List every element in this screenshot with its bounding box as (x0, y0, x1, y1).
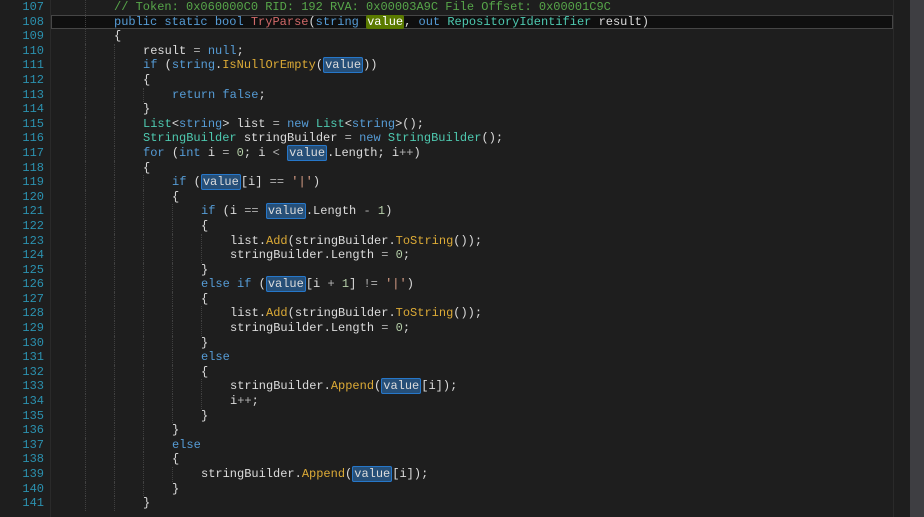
line-number: 135 (4, 409, 44, 424)
line-number-gutter: 1071081091101111121131141151161171181191… (0, 0, 51, 517)
code-line[interactable]: stringBuilder.Append(value[i]); (51, 467, 893, 482)
code-editor[interactable]: 1071081091101111121131141151161171181191… (0, 0, 924, 517)
code-line[interactable]: } (51, 263, 893, 278)
line-number: 110 (4, 44, 44, 59)
line-number: 120 (4, 190, 44, 205)
code-line[interactable]: if (string.IsNullOrEmpty(value)) (51, 58, 893, 73)
code-line[interactable]: } (51, 102, 893, 117)
occurrence[interactable]: value (381, 378, 421, 394)
occurrence[interactable]: value (266, 203, 306, 219)
code-line[interactable]: if (value[i] == '|') (51, 175, 893, 190)
code-line[interactable]: { (51, 73, 893, 88)
line-number: 131 (4, 350, 44, 365)
code-line[interactable]: } (51, 482, 893, 497)
occurrence[interactable]: value (352, 466, 392, 482)
code-line[interactable]: else (51, 438, 893, 453)
occurrence[interactable]: value (201, 174, 241, 190)
line-number: 139 (4, 467, 44, 482)
code-line[interactable]: List<string> list = new List<string>(); (51, 117, 893, 132)
code-line[interactable]: return false; (51, 88, 893, 103)
vertical-scrollbar[interactable] (910, 0, 924, 517)
line-number: 113 (4, 88, 44, 103)
comment-token: // Token: 0x060000C0 RID: 192 RVA: 0x000… (114, 0, 611, 14)
line-number: 141 (4, 496, 44, 511)
code-area[interactable]: // Token: 0x060000C0 RID: 192 RVA: 0x000… (51, 0, 893, 517)
code-line-current[interactable]: public static bool TryParse(string value… (51, 15, 893, 30)
line-number: 132 (4, 365, 44, 380)
occurrence[interactable]: value (323, 57, 363, 73)
code-line[interactable]: } (51, 496, 893, 511)
line-number: 140 (4, 482, 44, 497)
code-line[interactable]: else (51, 350, 893, 365)
code-line[interactable]: stringBuilder.Length = 0; (51, 248, 893, 263)
code-line[interactable]: stringBuilder.Append(value[i]); (51, 379, 893, 394)
code-line[interactable]: { (51, 190, 893, 205)
method-name: TryParse (251, 15, 309, 29)
line-number: 137 (4, 438, 44, 453)
code-line[interactable]: else if (value[i + 1] != '|') (51, 277, 893, 292)
line-number: 125 (4, 263, 44, 278)
code-line[interactable]: if (i == value.Length - 1) (51, 204, 893, 219)
line-number: 134 (4, 394, 44, 409)
code-line[interactable]: stringBuilder.Length = 0; (51, 321, 893, 336)
line-number: 115 (4, 117, 44, 132)
line-number: 114 (4, 102, 44, 117)
line-number: 117 (4, 146, 44, 161)
code-line[interactable]: for (int i = 0; i < value.Length; i++) (51, 146, 893, 161)
line-number: 119 (4, 175, 44, 190)
code-line[interactable]: { (51, 29, 893, 44)
line-number: 138 (4, 452, 44, 467)
code-line[interactable]: { (51, 161, 893, 176)
code-line[interactable]: { (51, 452, 893, 467)
occurrence[interactable]: value (266, 276, 306, 292)
code-line[interactable]: } (51, 423, 893, 438)
line-number: 107 (4, 0, 44, 15)
code-line[interactable]: { (51, 292, 893, 307)
line-number: 122 (4, 219, 44, 234)
line-number: 130 (4, 336, 44, 351)
code-line[interactable]: StringBuilder stringBuilder = new String… (51, 131, 893, 146)
line-number: 133 (4, 379, 44, 394)
code-line[interactable]: list.Add(stringBuilder.ToString()); (51, 234, 893, 249)
line-number: 129 (4, 321, 44, 336)
code-line[interactable]: result = null; (51, 44, 893, 59)
code-line[interactable]: { (51, 219, 893, 234)
line-number: 126 (4, 277, 44, 292)
line-number: 109 (4, 29, 44, 44)
code-line[interactable]: i++; (51, 394, 893, 409)
line-number: 108 (4, 15, 44, 30)
line-number: 111 (4, 58, 44, 73)
line-number: 127 (4, 292, 44, 307)
code-line[interactable]: // Token: 0x060000C0 RID: 192 RVA: 0x000… (51, 0, 893, 15)
code-line[interactable]: } (51, 336, 893, 351)
line-number: 124 (4, 248, 44, 263)
code-lines: // Token: 0x060000C0 RID: 192 RVA: 0x000… (51, 0, 893, 511)
line-number: 128 (4, 306, 44, 321)
line-number: 112 (4, 73, 44, 88)
line-number: 136 (4, 423, 44, 438)
code-line[interactable]: } (51, 409, 893, 424)
code-line[interactable]: { (51, 365, 893, 380)
minimap[interactable] (893, 0, 910, 517)
line-number: 123 (4, 234, 44, 249)
line-number: 116 (4, 131, 44, 146)
occurrence[interactable]: value (287, 145, 327, 161)
line-number: 118 (4, 161, 44, 176)
selected-word[interactable]: value (366, 15, 404, 29)
code-line[interactable]: list.Add(stringBuilder.ToString()); (51, 306, 893, 321)
line-number: 121 (4, 204, 44, 219)
